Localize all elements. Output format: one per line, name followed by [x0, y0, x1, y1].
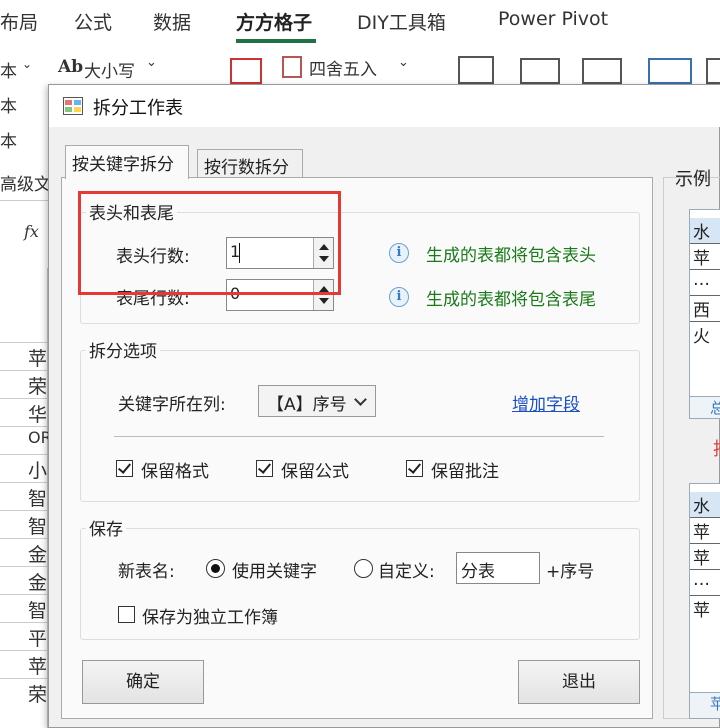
chevron-down-icon[interactable]: ⌄ [398, 55, 409, 70]
example-cell: 苹 [693, 601, 710, 621]
example-cell: … [690, 570, 720, 596]
tab-split-by-keyword[interactable]: 按关键字拆分 [65, 145, 189, 179]
tab-split-by-rows[interactable]: 按行数拆分 [197, 149, 303, 178]
stepper-down-icon[interactable] [319, 298, 329, 304]
keep-format-checkbox[interactable] [116, 460, 133, 477]
keep-formula-checkbox[interactable] [256, 460, 273, 477]
custom-name-value[interactable]: 分表 [461, 557, 495, 582]
sequence-suffix-label: +序号 [546, 562, 595, 582]
footer-hint: 生成的表都将包含表尾 [426, 290, 596, 310]
new-name-label: 新表名: [118, 562, 175, 582]
keep-formula-label[interactable]: 保留公式 [281, 457, 349, 482]
sheet-cell[interactable]: 苹 [28, 652, 47, 679]
sheet-cell[interactable]: 智 [28, 484, 47, 511]
info-icon: i [389, 243, 409, 263]
dialog-title: 拆分工作表 [93, 98, 183, 119]
fx-icon[interactable]: fx [24, 222, 39, 241]
chevron-down-icon[interactable] [354, 393, 367, 406]
example-cell: 西 [690, 296, 720, 322]
custom-name-label[interactable]: 自定义: [378, 557, 435, 582]
sheet-cell[interactable]: 智 [28, 512, 47, 539]
example-sheet-tab: 总 [690, 396, 720, 418]
example-title: 示例 [675, 169, 711, 190]
info-icon: i [389, 287, 409, 307]
sheet-cell[interactable]: 荣 [28, 680, 47, 707]
clipboard-icon[interactable] [458, 56, 494, 84]
example-arrow-label: 按 [713, 435, 720, 461]
chevron-down-icon[interactable]: ⌄ [22, 57, 32, 71]
options-separator [114, 436, 604, 437]
ribbon-tab-data[interactable]: 数据 [153, 8, 191, 35]
case-icon: Ab [58, 57, 84, 77]
sheet-cell[interactable]: 华 [28, 400, 47, 427]
round-button[interactable]: 四舍五入 [309, 55, 377, 80]
split-sheet-icon [63, 97, 83, 115]
example-cell: 水 [690, 218, 720, 244]
header-hint: 生成的表都将包含表头 [426, 246, 596, 266]
save-as-workbook-checkbox[interactable] [118, 606, 135, 623]
keep-format-label[interactable]: 保留格式 [141, 457, 209, 482]
text-format-icon[interactable] [520, 58, 560, 84]
ribbon-tab-fangfang[interactable]: 方方格子 [236, 8, 312, 35]
example-sheet-tab: 苹 [690, 692, 720, 718]
sheet-cell[interactable]: 平 [28, 624, 47, 651]
grid-line [0, 454, 48, 455]
grid-icon[interactable] [706, 58, 720, 84]
round-icon [282, 56, 302, 78]
example-cell: 苹 [690, 518, 720, 544]
sheet-column-strip: 苹 荣 华 OR 小 智 智 金 金 智 平 苹 荣 [0, 268, 52, 728]
ribbon-tab-diy[interactable]: DIY工具箱 [357, 8, 446, 35]
use-keyword-label[interactable]: 使用关键字 [232, 557, 317, 582]
active-tab-underline [236, 39, 316, 43]
ribbon-left-stub-3[interactable]: 本 [0, 127, 17, 152]
custom-name-radio[interactable] [354, 559, 373, 578]
split-worksheet-dialog: 拆分工作表 按关键字拆分 按行数拆分 表头和表尾 表头行数: 1 i 生成的表都… [48, 84, 720, 728]
example-cell: 水 [690, 492, 720, 518]
exit-button[interactable]: 退出 [518, 660, 640, 704]
key-column-label: 关键字所在列: [118, 395, 226, 415]
grid-line [0, 342, 48, 343]
sheet-cell[interactable]: 金 [28, 568, 47, 595]
ribbon-tab-power-pivot[interactable]: Power Pivot [498, 8, 608, 30]
example-cell: … [690, 270, 720, 296]
ribbon-left-stub-2[interactable]: 本 [0, 92, 17, 117]
custom-name-input[interactable]: 分表 [456, 552, 540, 584]
ribbon-left-stub-1[interactable]: 本 [0, 57, 17, 82]
sheet-cell[interactable]: 智 [28, 596, 47, 623]
table-icon[interactable] [582, 58, 622, 84]
document-icon[interactable] [230, 58, 262, 84]
key-column-select[interactable]: 【A】序号 [258, 385, 376, 417]
highlight-box [78, 191, 341, 295]
case-button[interactable]: 大小写 [84, 57, 135, 82]
save-title: 保存 [86, 515, 126, 540]
key-column-value: 【A】序号 [267, 395, 347, 415]
sheet-cell[interactable]: 荣 [28, 372, 47, 399]
example-cell: 苹 [690, 244, 720, 270]
save-as-workbook-label[interactable]: 保存为独立工作簿 [142, 603, 278, 628]
example-source-table: 水 苹 … 西 火 总 [689, 209, 720, 419]
example-result-table: 水 苹 苹 … 苹 苹 [689, 483, 720, 719]
split-options-title: 拆分选项 [86, 337, 160, 362]
ribbon-divider [0, 200, 48, 201]
ribbon-tab-layout[interactable]: 布局 [0, 8, 38, 35]
add-field-link[interactable]: 增加字段 [512, 390, 580, 415]
sheet-cell[interactable]: 小 [28, 456, 47, 483]
example-cell: 苹 [690, 544, 720, 570]
dialog-titlebar[interactable]: 拆分工作表 [49, 85, 720, 127]
ribbon-left-stub-4[interactable]: 高级文 [0, 170, 51, 195]
sheet-cell[interactable]: 金 [28, 540, 47, 567]
ok-button[interactable]: 确定 [82, 660, 204, 704]
keep-comment-label[interactable]: 保留批注 [431, 457, 499, 482]
chevron-down-icon[interactable]: ⌄ [146, 55, 157, 70]
ribbon-tab-formulas[interactable]: 公式 [74, 8, 112, 35]
split-icon[interactable] [648, 58, 692, 84]
keep-comment-checkbox[interactable] [406, 460, 423, 477]
use-keyword-radio[interactable] [206, 559, 225, 578]
sheet-cell[interactable]: 苹 [28, 344, 47, 371]
example-cell: 火 [693, 327, 710, 347]
